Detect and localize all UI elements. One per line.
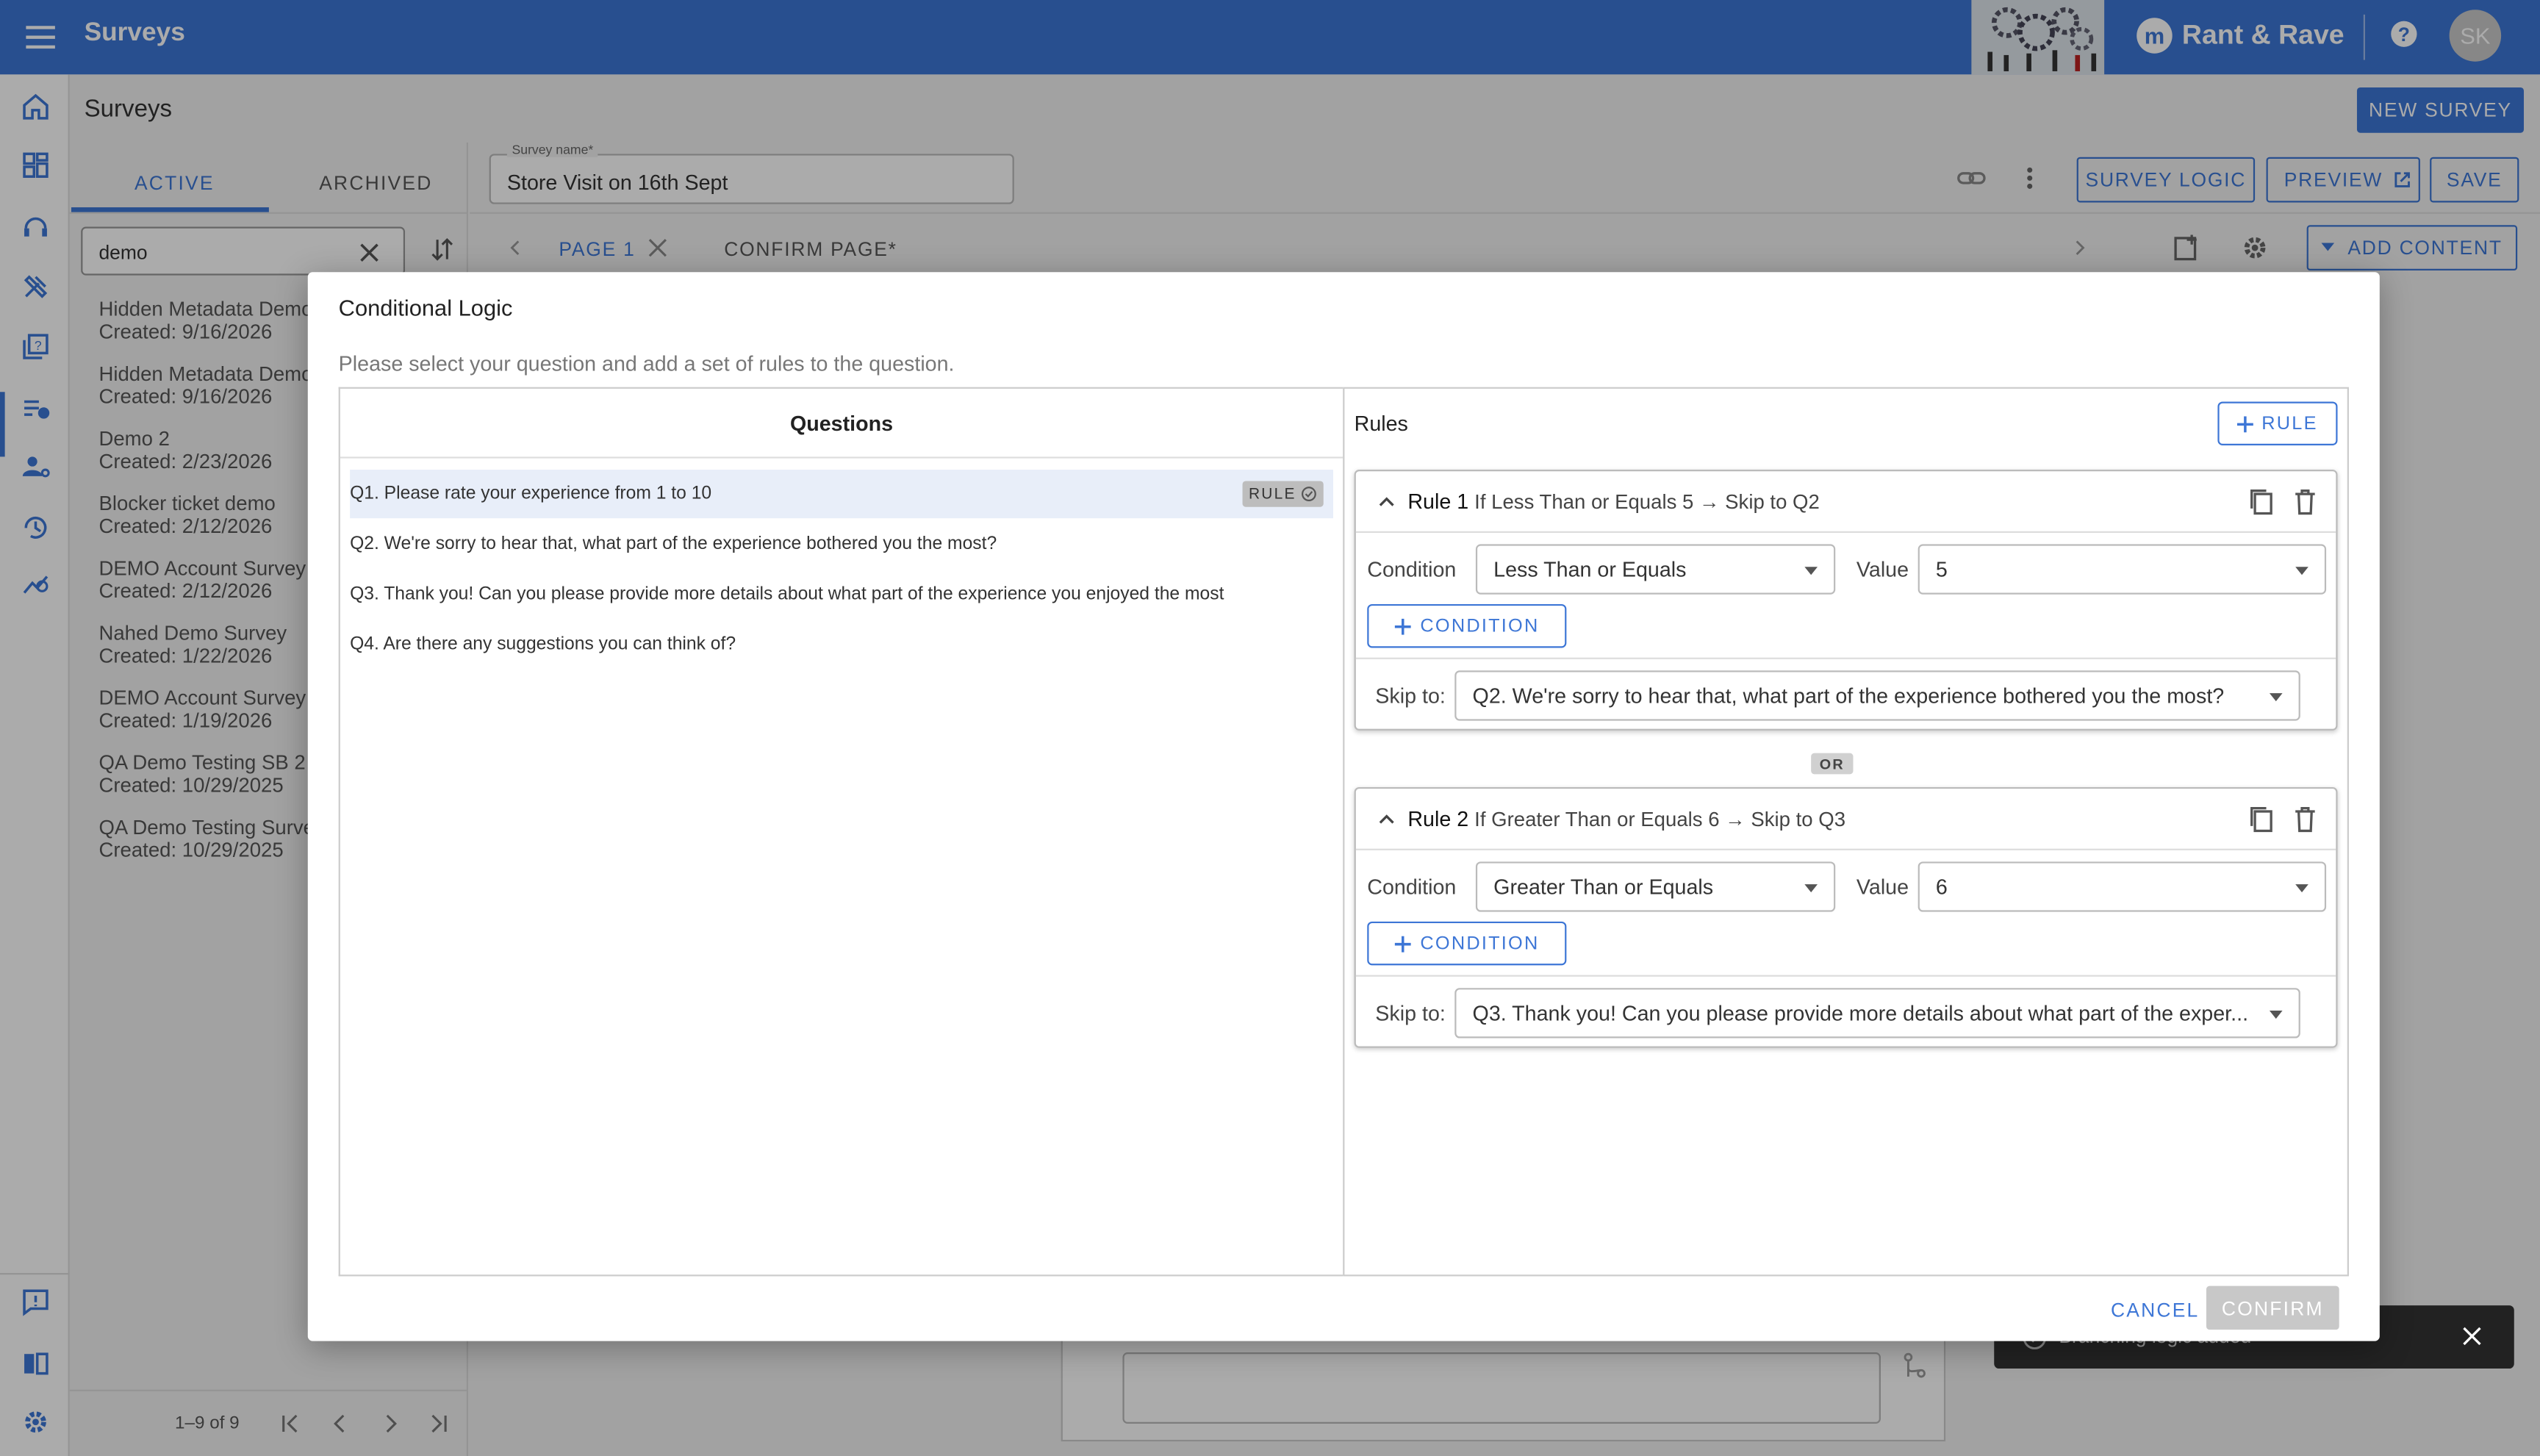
rules-header: Rules	[1354, 411, 1408, 436]
dialog-title: Conditional Logic	[338, 295, 513, 321]
delete-icon[interactable]	[2294, 487, 2317, 515]
add-condition-button[interactable]: CONDITION	[1367, 921, 1567, 966]
chevron-up-icon[interactable]	[1379, 495, 1395, 506]
dialog-subtitle: Please select your question and add a se…	[338, 351, 955, 376]
branch-icon[interactable]	[1904, 1351, 1926, 1380]
skip-to-select[interactable]: Q2. We're sorry to hear that, what part …	[1454, 670, 2300, 721]
rule-title: Rule 2 If Greater Than or Equals 6 → Ski…	[1407, 806, 1846, 831]
rule-header[interactable]: Rule 1 If Less Than or Equals 5 → Skip t…	[1355, 471, 2336, 533]
rule-card-2: Rule 2 If Greater Than or Equals 6 → Ski…	[1354, 786, 2338, 1048]
rules-panel: Rules RULE Rule 1 If Less Than or Equals…	[1343, 387, 2349, 1277]
condition-select[interactable]: Less Than or Equals	[1475, 544, 1836, 595]
question-item-q4[interactable]: Q4. Are there any suggestions you can th…	[350, 620, 1333, 669]
rule-chip-label: RULE	[1248, 484, 1296, 503]
dropdown-arrow-icon	[2295, 567, 2308, 575]
value-select[interactable]: 5	[1917, 544, 2327, 595]
question-text: Q2. We're sorry to hear that, what part …	[350, 534, 997, 554]
add-condition-button[interactable]: CONDITION	[1367, 603, 1567, 648]
rule-chip: RULE	[1242, 481, 1324, 507]
condition-label: Condition	[1367, 874, 1457, 899]
cancel-button[interactable]: CANCEL	[2111, 1299, 2200, 1321]
question-text: Q4. Are there any suggestions you can th…	[350, 634, 736, 655]
questions-header: Questions	[340, 389, 1343, 459]
chevron-up-icon[interactable]	[1379, 813, 1395, 824]
confirm-button[interactable]: CONFIRM	[2206, 1285, 2339, 1330]
rule-header[interactable]: Rule 2 If Greater Than or Equals 6 → Ski…	[1355, 789, 2336, 850]
rule-title: Rule 1 If Less Than or Equals 5 → Skip t…	[1407, 489, 1820, 514]
value-select[interactable]: 6	[1917, 861, 2327, 912]
dropdown-arrow-icon	[1804, 884, 1818, 893]
value-label: Value	[1856, 874, 1909, 899]
copy-icon[interactable]	[2248, 487, 2274, 517]
add-rule-label: RULE	[2261, 414, 2318, 434]
questions-panel: Questions Q1. Please rate your experienc…	[338, 387, 1343, 1277]
condition-label: Condition	[1367, 557, 1457, 582]
skip-to-label: Skip to:	[1375, 683, 1446, 708]
close-icon[interactable]	[2462, 1327, 2481, 1346]
value-label: Value	[1856, 557, 1909, 582]
add-rule-button[interactable]: RULE	[2217, 401, 2338, 445]
dropdown-arrow-icon	[1804, 567, 1818, 575]
conditional-logic-dialog: Conditional Logic Please select your que…	[307, 272, 2380, 1341]
check-circle-icon	[1301, 486, 1317, 502]
dropdown-arrow-icon	[2269, 693, 2283, 702]
plus-icon	[1394, 935, 1411, 952]
question-item-q1[interactable]: Q1. Please rate your experience from 1 t…	[350, 470, 1333, 519]
rule-card-1: Rule 1 If Less Than or Equals 5 → Skip t…	[1354, 470, 2338, 731]
question-item-q3[interactable]: Q3. Thank you! Can you please provide mo…	[350, 570, 1333, 619]
dropdown-arrow-icon	[2295, 884, 2308, 893]
divider	[1355, 975, 2336, 977]
dropdown-arrow-icon	[2269, 1011, 2283, 1019]
plus-icon	[2237, 415, 2254, 432]
condition-select[interactable]: Greater Than or Equals	[1475, 861, 1836, 912]
copy-icon[interactable]	[2248, 805, 2274, 834]
skip-to-label: Skip to:	[1375, 1000, 1446, 1025]
skip-to-select[interactable]: Q3. Thank you! Can you please provide mo…	[1454, 988, 2300, 1039]
question-item-q2[interactable]: Q2. We're sorry to hear that, what part …	[350, 520, 1333, 568]
question-text: Q3. Thank you! Can you please provide mo…	[350, 584, 1224, 604]
delete-icon[interactable]	[2294, 805, 2317, 833]
question-text: Q1. Please rate your experience from 1 t…	[350, 484, 712, 504]
divider	[1355, 657, 2336, 659]
plus-icon	[1394, 617, 1411, 634]
or-separator: OR	[1811, 753, 1854, 775]
